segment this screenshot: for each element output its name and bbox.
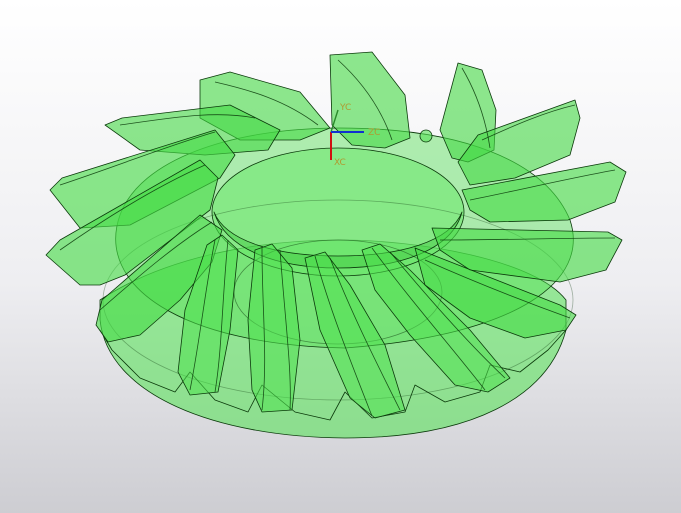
- wcs-z-label: ZC: [368, 128, 380, 138]
- graphics-viewport[interactable]: YC ZC XC: [0, 0, 681, 513]
- tooth-root-detail: [419, 129, 433, 143]
- gear-tooth: [247, 243, 301, 413]
- wcs-x-label: XC: [334, 158, 346, 168]
- wcs-y-label: YC: [339, 103, 351, 113]
- gear-scene[interactable]: YC ZC XC: [0, 0, 681, 513]
